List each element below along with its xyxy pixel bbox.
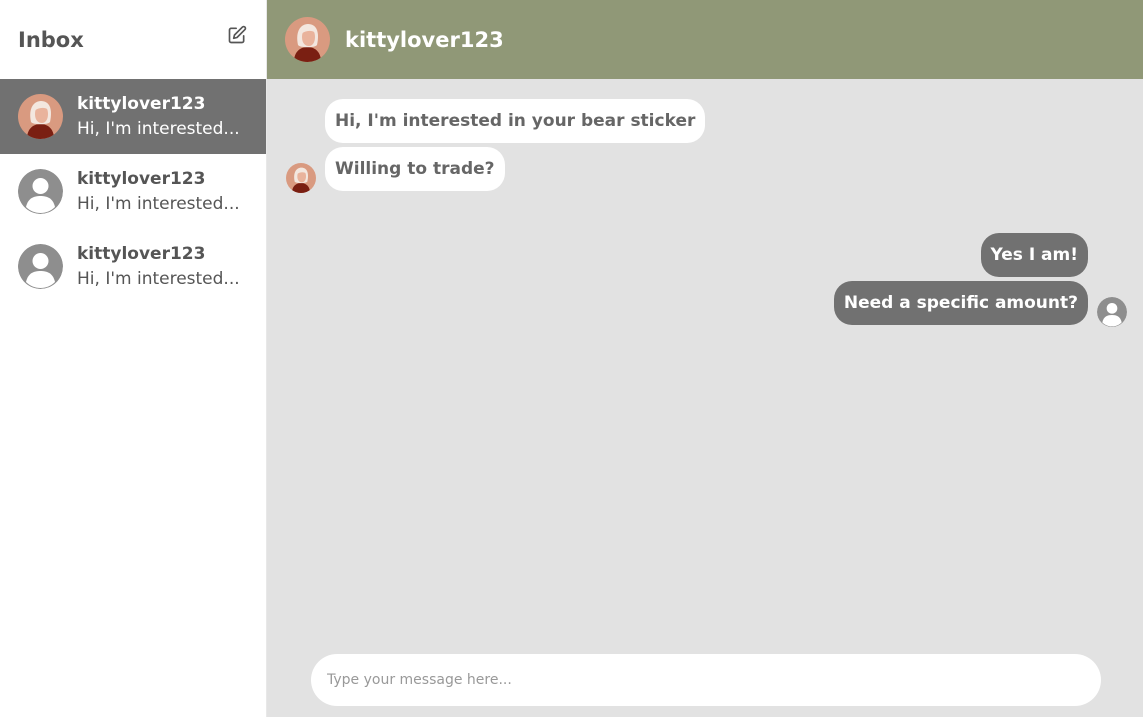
incoming-message: Willing to trade? xyxy=(325,147,505,191)
user-photo-avatar xyxy=(18,94,63,139)
user-photo-avatar xyxy=(286,163,316,193)
conversation-sidebar: Inbox kittylover123 Hi, I'm interested..… xyxy=(0,0,267,717)
incoming-message: Hi, I'm interested in your bear sticker xyxy=(325,99,706,143)
chat-contact-name[interactable]: kittylover123 xyxy=(345,28,504,52)
sidebar-header: Inbox xyxy=(0,0,266,79)
conversation-name: kittylover123 xyxy=(77,243,206,264)
conversation-name: kittylover123 xyxy=(77,93,206,114)
message-input-container[interactable] xyxy=(311,654,1101,706)
conversation-preview: Hi, I'm interested... xyxy=(77,193,240,214)
chat-header: kittylover123 xyxy=(267,0,1143,79)
conversation-item[interactable]: kittylover123 Hi, I'm interested... xyxy=(0,79,266,154)
user-photo-avatar[interactable] xyxy=(285,17,330,62)
outgoing-message: Yes I am! xyxy=(980,233,1088,277)
conversation-preview: Hi, I'm interested... xyxy=(77,268,240,289)
conversation-item[interactable]: kittylover123 Hi, I'm interested... xyxy=(0,154,266,229)
chat-panel: kittylover123 Hi, I'm interested in your… xyxy=(267,0,1143,717)
message-input[interactable] xyxy=(327,672,1085,688)
default-user-avatar xyxy=(18,169,63,214)
default-user-avatar xyxy=(18,244,63,289)
default-user-avatar xyxy=(1097,297,1127,327)
conversation-preview: Hi, I'm interested... xyxy=(77,118,240,139)
conversation-item[interactable]: kittylover123 Hi, I'm interested... xyxy=(0,229,266,304)
conversation-name: kittylover123 xyxy=(77,168,206,189)
edit-icon[interactable] xyxy=(226,24,248,46)
outgoing-message: Need a specific amount? xyxy=(833,281,1088,325)
inbox-title: Inbox xyxy=(18,27,84,52)
